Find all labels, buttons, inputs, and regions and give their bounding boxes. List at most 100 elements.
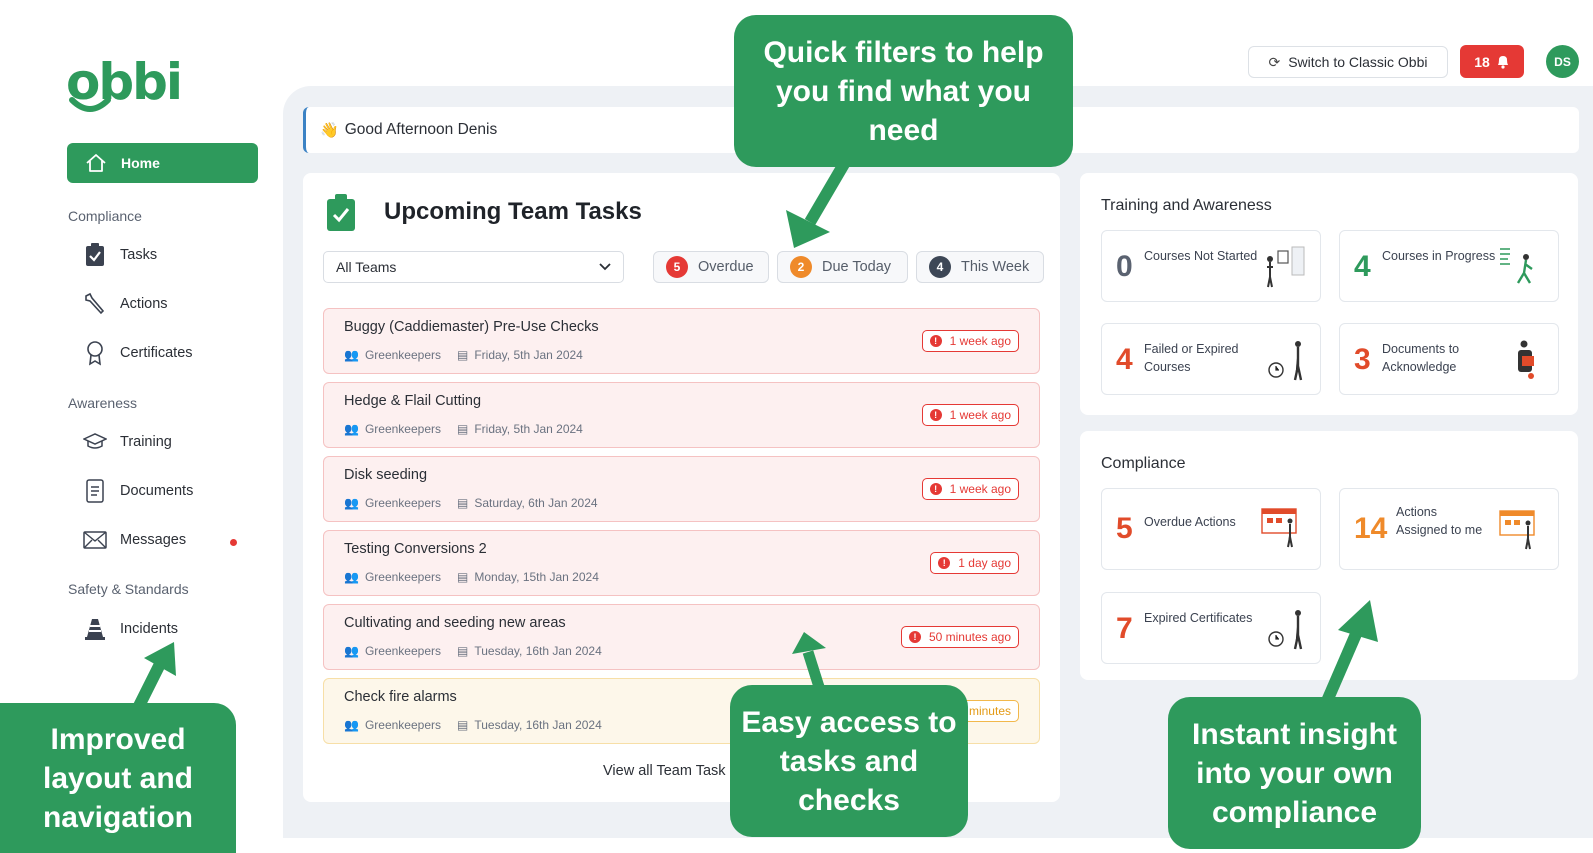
task-name: Hedge & Flail Cutting bbox=[344, 393, 482, 409]
team-icon: 👥 bbox=[344, 718, 359, 732]
person-running-illustration bbox=[1500, 248, 1533, 284]
stat-documents-to-acknowledge[interactable]: 3 Documents to Acknowledge bbox=[1339, 323, 1559, 395]
status-text: 1 day ago bbox=[958, 556, 1011, 570]
status-badge: ! 1 week ago bbox=[921, 478, 1019, 500]
document-icon bbox=[82, 478, 108, 504]
status-badge: ! 1 week ago bbox=[921, 404, 1019, 426]
alert-icon: ! bbox=[929, 483, 942, 495]
switch-classic-label: Switch to Classic Obbi bbox=[1288, 54, 1428, 70]
stat-courses-in-progress[interactable]: 4 Courses in Progress bbox=[1339, 230, 1559, 302]
status-badge: ! 1 week ago bbox=[921, 330, 1019, 352]
task-meta: 👥 Greenkeepers ▤ Tuesday, 16th Jan 2024 bbox=[344, 644, 602, 658]
stat-label: Courses in Progress bbox=[1382, 249, 1496, 263]
task-row[interactable]: Testing Conversions 2 👥 Greenkeepers ▤ Mon… bbox=[323, 530, 1040, 596]
sidebar-item-label: Home bbox=[121, 155, 160, 171]
sidebar-item-training[interactable]: Training bbox=[82, 424, 258, 460]
stat-value: 0 bbox=[1116, 250, 1133, 283]
team-select-value: All Teams bbox=[336, 259, 397, 275]
arrow-to-tasks-icon bbox=[792, 632, 826, 692]
task-team: Greenkeepers bbox=[364, 348, 441, 362]
calendar-icon: ▤ bbox=[457, 644, 469, 658]
status-text: 1 week ago bbox=[949, 482, 1011, 496]
stat-label: Courses Not Started bbox=[1144, 249, 1258, 263]
view-all-tasks-link[interactable]: View all Team Task bbox=[603, 763, 726, 779]
sidebar-item-actions[interactable]: Actions bbox=[82, 286, 258, 322]
arrow-to-filters-icon bbox=[786, 160, 850, 248]
team-select[interactable]: All Teams bbox=[323, 251, 624, 283]
callout-text: Improved layout and navigation bbox=[42, 722, 193, 834]
filter-due-today[interactable]: 2 Due Today bbox=[777, 251, 908, 283]
notification-count: 18 bbox=[1474, 53, 1490, 70]
task-row[interactable]: Buggy (Caddiemaster) Pre-Use Checks 👥 Gre… bbox=[323, 308, 1040, 374]
stat-value: 5 bbox=[1116, 512, 1133, 545]
calendar-icon: ▤ bbox=[457, 348, 469, 362]
callout-quick-filters: Quick filters to help you find what you … bbox=[734, 15, 1073, 167]
task-date: Tuesday, 16th Jan 2024 bbox=[474, 644, 602, 658]
avatar[interactable]: DS bbox=[1546, 45, 1579, 78]
status-text: 1 week ago bbox=[949, 408, 1011, 422]
status-badge: ! 1 day ago bbox=[930, 552, 1019, 574]
person-document-illustration bbox=[1518, 340, 1534, 379]
sidebar-item-label: Documents bbox=[120, 483, 194, 499]
stat-value: 4 bbox=[1354, 250, 1371, 283]
task-date: Friday, 5th Jan 2024 bbox=[474, 348, 583, 362]
waving-hand-icon: 👋 bbox=[320, 122, 339, 139]
task-meta: 👥 Greenkeepers ▤ Friday, 5th Jan 2024 bbox=[344, 348, 583, 362]
compliance-card-title: Compliance bbox=[1101, 455, 1186, 472]
task-date: Monday, 15th Jan 2024 bbox=[474, 570, 599, 584]
notifications-button[interactable]: 18 bbox=[1460, 45, 1524, 78]
team-icon: 👥 bbox=[344, 644, 359, 658]
task-meta: 👥 Greenkeepers ▤ Saturday, 6th Jan 2024 bbox=[344, 496, 598, 510]
filter-this-week[interactable]: 4 This Week bbox=[916, 251, 1044, 283]
filter-label: Due Today bbox=[822, 259, 892, 275]
task-date: Tuesday, 16th Jan 2024 bbox=[474, 718, 602, 732]
task-row[interactable]: Disk seeding 👥 Greenkeepers ▤ Saturday, 6t… bbox=[323, 456, 1040, 522]
traffic-cone-icon bbox=[82, 616, 108, 642]
stat-courses-not-started[interactable]: 0 Courses Not Started bbox=[1101, 230, 1321, 302]
stat-overdue-actions[interactable]: 5 Overdue Actions bbox=[1101, 488, 1321, 570]
callout-text: Instant insight into your own compliance bbox=[1192, 717, 1397, 829]
stat-expired-certificates[interactable]: 7 Expired Certificates bbox=[1101, 592, 1321, 664]
person-clock-illustration bbox=[1268, 341, 1303, 381]
arrow-to-compliance-icon bbox=[1318, 600, 1378, 710]
callout-instant-insight: Instant insight into your own compliance bbox=[1168, 697, 1421, 849]
sidebar-item-label: Training bbox=[120, 434, 172, 450]
stat-label: Expired Certificates bbox=[1144, 611, 1253, 625]
task-name: Testing Conversions 2 bbox=[344, 541, 487, 557]
switch-classic-button[interactable]: ⟳ Switch to Classic Obbi bbox=[1248, 46, 1448, 78]
filter-label: Overdue bbox=[698, 259, 754, 275]
filter-overdue[interactable]: 5 Overdue bbox=[653, 251, 769, 283]
task-name: Cultivating and seeding new areas bbox=[344, 615, 566, 631]
logo-smile-icon bbox=[69, 97, 111, 112]
sidebar-item-tasks[interactable]: Tasks bbox=[82, 237, 258, 273]
task-row[interactable]: Cultivating and seeding new areas 👥 Green… bbox=[323, 604, 1040, 670]
obbi-logo[interactable]: obbi bbox=[66, 52, 183, 116]
stat-value: 3 bbox=[1354, 343, 1371, 376]
task-team: Greenkeepers bbox=[364, 718, 441, 732]
sidebar-item-documents[interactable]: Documents bbox=[82, 473, 258, 509]
chevron-down-icon bbox=[599, 263, 611, 271]
calendar-person-illustration bbox=[1261, 508, 1297, 548]
status-text: minutes bbox=[968, 704, 1011, 718]
stat-value: 14 bbox=[1354, 512, 1388, 545]
status-badge: ! 50 minutes ago bbox=[900, 626, 1019, 648]
task-row[interactable]: Hedge & Flail Cutting 👥 Greenkeepers ▤ Fri… bbox=[323, 382, 1040, 448]
sidebar-item-home[interactable]: Home bbox=[67, 143, 258, 183]
callout-text: Quick filters to help you find what you … bbox=[763, 35, 1044, 147]
person-board-illustration bbox=[1267, 246, 1305, 288]
stat-actions-assigned[interactable]: 14 Actions Assigned to me bbox=[1339, 488, 1559, 570]
alert-icon: ! bbox=[908, 631, 921, 643]
stat-label: Actions Assigned to me bbox=[1396, 505, 1483, 537]
team-icon: 👥 bbox=[344, 496, 359, 510]
bell-icon bbox=[1497, 56, 1508, 69]
greeting-text: Good Afternoon Denis bbox=[344, 121, 498, 138]
task-team: Greenkeepers bbox=[364, 422, 441, 436]
task-name: Buggy (Caddiemaster) Pre-Use Checks bbox=[344, 319, 599, 335]
status-text: 50 minutes ago bbox=[928, 630, 1011, 644]
team-icon: 👥 bbox=[344, 570, 359, 584]
stat-value: 7 bbox=[1116, 612, 1133, 645]
filter-label: This Week bbox=[961, 259, 1030, 275]
stat-failed-expired-courses[interactable]: 4 Failed or Expired Courses bbox=[1101, 323, 1321, 395]
sidebar-section-safety: Safety & Standards bbox=[68, 581, 189, 597]
sidebar-item-certificates[interactable]: Certificates bbox=[82, 335, 258, 371]
